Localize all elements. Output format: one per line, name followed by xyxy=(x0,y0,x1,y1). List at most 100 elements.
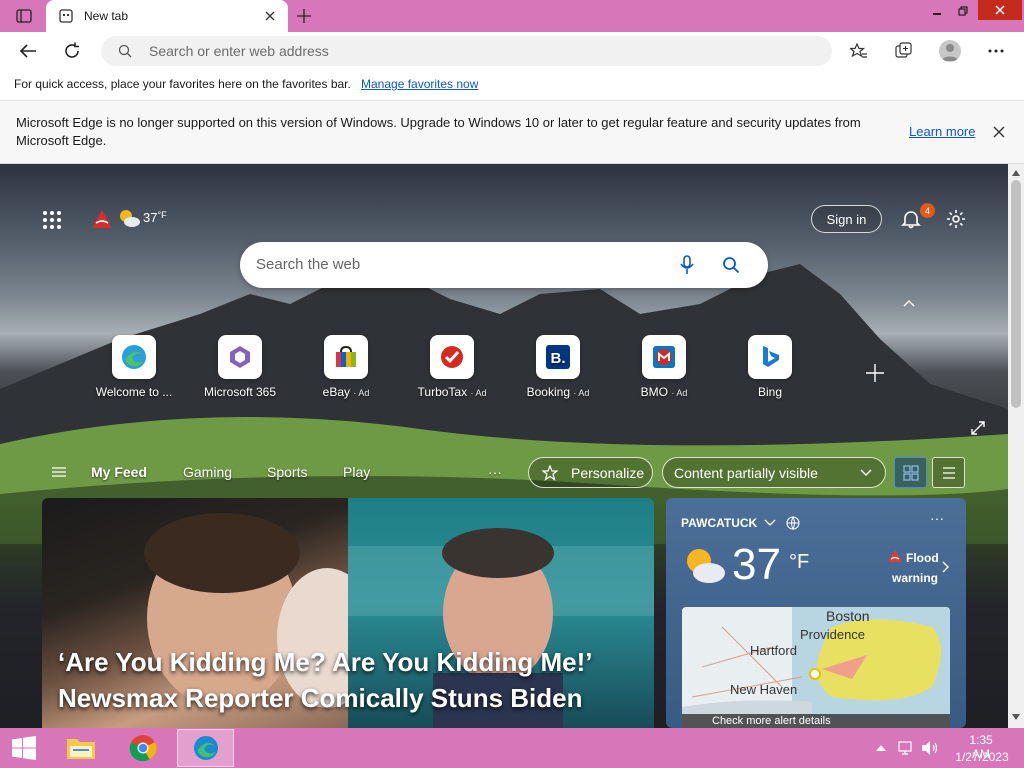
ad-tag: · Ad xyxy=(353,388,370,398)
back-arrow-icon[interactable] xyxy=(16,40,40,62)
edge-taskbar-icon[interactable] xyxy=(177,729,234,767)
profile-avatar[interactable] xyxy=(939,40,961,62)
app-launcher-icon[interactable] xyxy=(40,208,64,232)
feed-menu-icon[interactable] xyxy=(50,464,68,480)
favorites-bar-text: For quick access, place your favorites h… xyxy=(14,77,351,91)
feed-tab-my-feed[interactable]: My Feed xyxy=(91,464,147,480)
settings-more-icon[interactable] xyxy=(984,40,1008,62)
notification-count-badge: 4 xyxy=(920,203,935,218)
grid-layout-icon[interactable] xyxy=(894,457,927,488)
feed-tab-play[interactable]: Play xyxy=(343,464,370,480)
web-search-submit-icon[interactable] xyxy=(720,254,742,276)
globe-icon[interactable] xyxy=(784,514,802,532)
new-tab-button[interactable] xyxy=(294,6,314,26)
close-infobar-icon[interactable] xyxy=(990,123,1008,141)
news-headline[interactable]: ‘Are You Kidding Me? Are You Kidding Me!… xyxy=(58,644,638,716)
add-shortcut-icon[interactable] xyxy=(862,360,888,386)
map-label-new-haven: New Haven xyxy=(730,682,798,697)
scrollbar-thumb[interactable] xyxy=(1011,180,1021,408)
quick-link-label: Bing xyxy=(757,385,783,399)
minimize-button[interactable] xyxy=(926,4,948,18)
quick-link-turbotax[interactable]: TurboTax · Ad xyxy=(408,335,496,399)
quick-link-label: eBay xyxy=(322,385,350,399)
feed-tab-gaming[interactable]: Gaming xyxy=(183,464,232,480)
quick-link-microsoft-365[interactable]: Microsoft 365 xyxy=(196,335,284,399)
expand-background-icon[interactable] xyxy=(968,418,988,438)
feed-more-button[interactable]: ··· xyxy=(488,464,502,480)
network-icon[interactable] xyxy=(896,739,914,757)
content-visibility-dropdown[interactable]: Content partially visible xyxy=(662,457,886,488)
page-scrollbar[interactable] xyxy=(1008,164,1024,728)
map-label-hartford: Hartford xyxy=(750,643,797,658)
favorites-bar: For quick access, place your favorites h… xyxy=(0,70,1024,101)
sign-in-label: Sign in xyxy=(826,211,867,227)
infobar-message: Microsoft Edge is no longer supported on… xyxy=(16,115,861,148)
taskbar: 1:35 AM 1/27/2023 xyxy=(0,728,1024,768)
scroll-down-icon[interactable] xyxy=(1011,712,1021,722)
svg-text:B.: B. xyxy=(551,350,566,367)
chevron-right-icon[interactable] xyxy=(940,560,952,574)
new-tab-page: 37°F Sign in 4 Search the web Welcome to… xyxy=(0,164,1008,728)
weather-card-more-icon[interactable]: ··· xyxy=(930,510,944,526)
file-explorer-icon[interactable] xyxy=(62,732,100,764)
turbotax-check-icon xyxy=(430,335,474,379)
microphone-icon[interactable] xyxy=(676,254,698,276)
tab-actions-icon[interactable] xyxy=(12,6,36,26)
page-settings-gear-icon[interactable] xyxy=(943,206,969,232)
weather-card[interactable]: PAWCATUCK ··· 37 °F Flood warning Boston… xyxy=(666,498,966,728)
volume-icon[interactable] xyxy=(920,739,940,757)
weather-alert-icon[interactable] xyxy=(90,207,114,231)
collections-icon[interactable] xyxy=(892,40,916,62)
clock-date[interactable]: 1/27/2023 xyxy=(952,750,1012,764)
feed-tab-sports[interactable]: Sports xyxy=(267,464,307,480)
quick-link-label: BMO xyxy=(640,385,668,399)
personalize-label: Personalize xyxy=(571,464,645,481)
flood-warning-line1[interactable]: Flood xyxy=(906,551,939,565)
location-chevron-down-icon[interactable] xyxy=(762,516,778,530)
refresh-icon[interactable] xyxy=(60,40,84,62)
ad-tag: · Ad xyxy=(573,388,590,398)
windows-start-icon[interactable] xyxy=(6,733,42,763)
search-icon xyxy=(117,43,133,59)
quick-link-welcome[interactable]: Welcome to ... xyxy=(90,335,178,399)
list-layout-icon[interactable] xyxy=(932,457,965,488)
address-placeholder: Search or enter web address xyxy=(149,43,329,59)
bmo-logo-icon xyxy=(642,335,686,379)
weather-alert-map[interactable]: Boston Providence Hartford New Haven Che… xyxy=(682,607,950,728)
quick-link-booking[interactable]: B. Booking · Ad xyxy=(514,335,602,399)
address-bar[interactable]: Search or enter web address xyxy=(101,36,832,66)
chevron-up-icon[interactable] xyxy=(899,294,919,312)
weather-temp-small: 37°F xyxy=(143,210,167,225)
quick-link-bing[interactable]: Bing xyxy=(726,335,814,399)
ebay-bag-icon xyxy=(324,335,368,379)
manage-favorites-link[interactable]: Manage favorites now xyxy=(361,77,478,91)
favorites-icon[interactable] xyxy=(848,40,870,62)
tab-new-tab[interactable]: New tab xyxy=(46,0,288,32)
weather-card-unit: °F xyxy=(789,551,810,573)
ad-tag: · Ad xyxy=(470,388,487,398)
news-hero-card[interactable]: ‘Are You Kidding Me? Are You Kidding Me!… xyxy=(42,498,654,728)
tab-title: New tab xyxy=(84,9,129,23)
weather-location[interactable]: PAWCATUCK xyxy=(681,516,757,530)
alert-details-bar[interactable]: Check more alert details xyxy=(682,714,950,728)
quick-link-label: Welcome to ... xyxy=(95,385,173,399)
sign-in-button[interactable]: Sign in xyxy=(811,205,882,233)
edge-logo-icon xyxy=(112,335,156,379)
restore-button[interactable] xyxy=(952,4,974,18)
personalize-button[interactable]: Personalize xyxy=(528,457,653,488)
learn-more-link[interactable]: Learn more xyxy=(909,124,975,139)
show-hidden-icons-icon[interactable] xyxy=(874,742,888,754)
weather-temp-unit: °F xyxy=(157,210,167,220)
content-visibility-label: Content partially visible xyxy=(674,464,818,481)
flood-warning-line2[interactable]: warning xyxy=(892,571,938,585)
quick-link-ebay[interactable]: eBay · Ad xyxy=(302,335,390,399)
chrome-icon[interactable] xyxy=(124,732,162,764)
alert-details-label: Check more alert details xyxy=(712,715,831,727)
close-window-button[interactable] xyxy=(978,0,1022,20)
quick-link-bmo[interactable]: BMO · Ad xyxy=(620,335,708,399)
web-search-box[interactable]: Search the web xyxy=(240,242,768,288)
close-tab-icon[interactable] xyxy=(262,8,278,24)
quick-link-label: Microsoft 365 xyxy=(203,385,277,399)
weather-card-temp: 37 xyxy=(732,540,781,589)
scroll-up-icon[interactable] xyxy=(1011,168,1021,178)
